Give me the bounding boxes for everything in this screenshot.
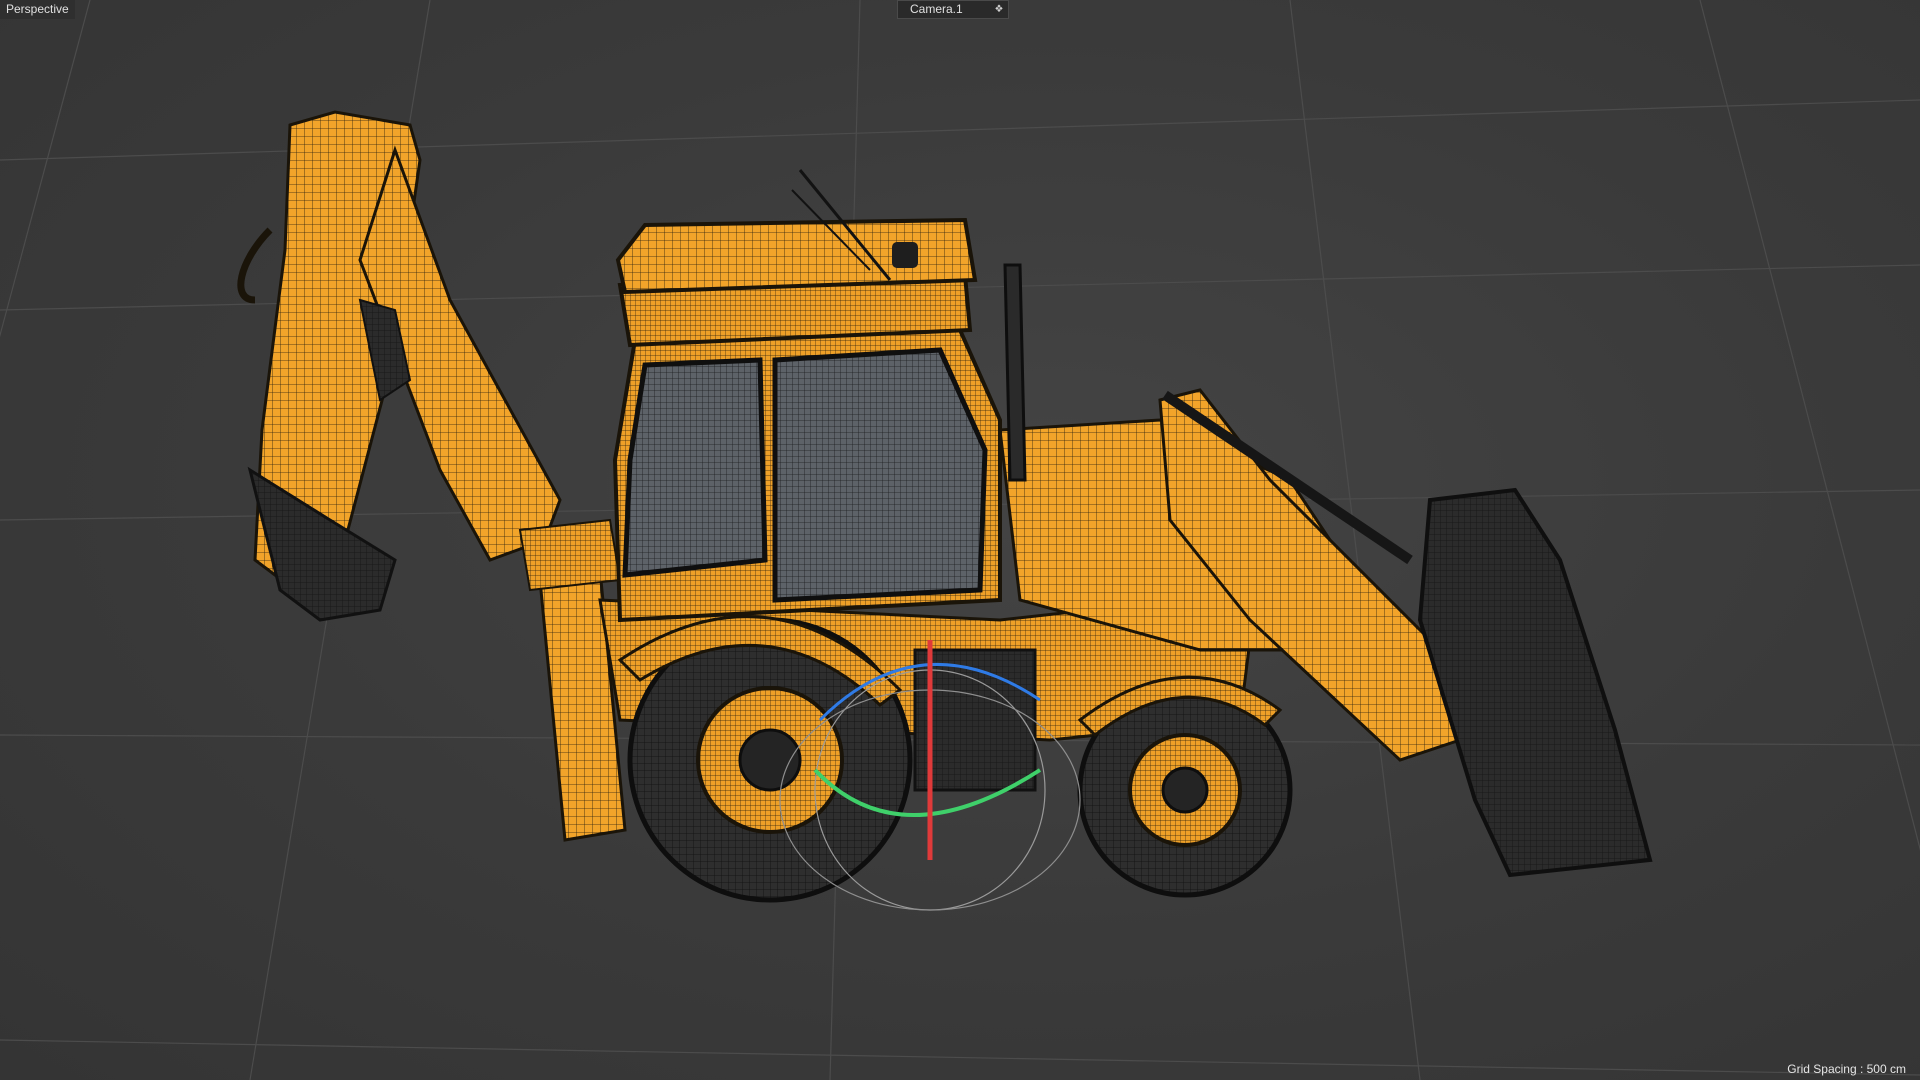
backhoe-model[interactable] (0, 0, 1920, 1080)
camera-toggle-icon[interactable]: ❖ (992, 3, 1006, 16)
camera-name: Camera.1 (910, 2, 963, 16)
backhoe-arm[interactable] (237, 110, 562, 622)
3d-viewport[interactable]: Perspective Camera.1 ❖ Grid Spacing : 50… (0, 0, 1920, 1080)
grid-spacing-readout: Grid Spacing : 500 cm (1787, 1062, 1906, 1076)
view-name-label[interactable]: Perspective (0, 0, 75, 19)
camera-dropdown[interactable]: Camera.1 ❖ (897, 0, 1009, 19)
stabilizer-leg[interactable] (518, 518, 627, 842)
loader-bucket[interactable] (1417, 487, 1653, 878)
cab[interactable] (612, 169, 1027, 623)
